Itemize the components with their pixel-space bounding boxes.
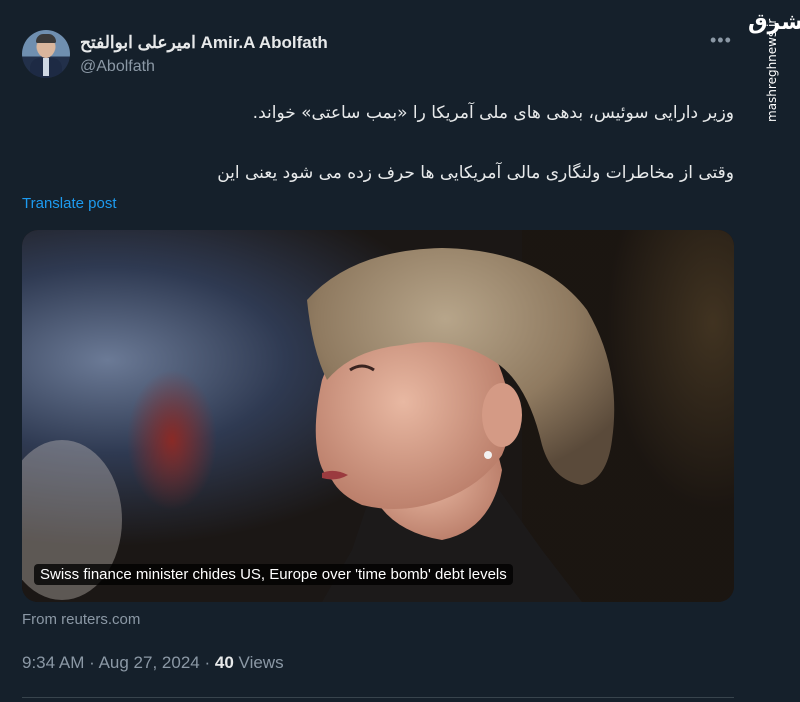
post-time[interactable]: 9:34 AM	[22, 653, 84, 672]
translate-post-link[interactable]: Translate post	[22, 195, 117, 212]
tweet-text-line-2: وقتی از مخاطرات ولنگاری مالی آمریکایی ها…	[217, 163, 734, 183]
watermark-site: mashreghnews.ir	[765, 18, 779, 122]
author-handle[interactable]: @Abolfath	[80, 58, 155, 76]
post-date[interactable]: Aug 27, 2024	[99, 653, 200, 672]
more-dots-icon[interactable]: •••	[710, 30, 732, 51]
card-headline[interactable]: Swiss finance minister chides US, Europe…	[34, 564, 513, 585]
tweet-text-line-1: وزیر دارایی سوئیس، بدهی های ملی آمریکا ر…	[252, 103, 734, 123]
views-count: 40	[214, 653, 234, 672]
avatar-hair	[36, 34, 56, 43]
meta-separator: ·	[204, 653, 211, 672]
photo-illustration	[22, 230, 734, 602]
tweet-meta: 9:34 AM · Aug 27, 2024 · 40 Views	[22, 653, 284, 673]
author-name[interactable]: امیرعلی ابوالفتح Amir.A Abolfath	[80, 33, 328, 53]
views-label: Views	[238, 653, 284, 672]
card-source[interactable]: From reuters.com	[22, 611, 140, 628]
meta-separator: ·	[89, 653, 95, 672]
author-avatar[interactable]	[22, 30, 70, 78]
divider	[22, 697, 734, 698]
avatar-shirt	[43, 58, 49, 76]
link-card-image[interactable]: Swiss finance minister chides US, Europe…	[22, 230, 734, 602]
